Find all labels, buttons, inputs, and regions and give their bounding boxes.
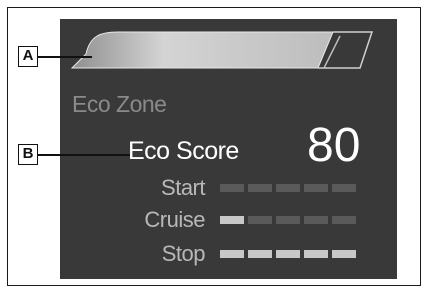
- eco-zone-label: Eco Zone: [72, 91, 167, 117]
- bar-segment: [332, 184, 356, 192]
- eco-gauge-fill: [70, 31, 334, 69]
- eco-score-label: Eco Score: [128, 137, 239, 165]
- bar-segment: [332, 216, 356, 224]
- metric-bar-stop: [220, 250, 356, 258]
- bar-segment: [220, 184, 244, 192]
- bar-segment: [304, 216, 328, 224]
- metric-bar-cruise: [220, 216, 356, 224]
- bar-segment: [248, 250, 272, 258]
- bar-segment: [248, 216, 272, 224]
- metric-label-cruise: Cruise: [144, 207, 205, 232]
- bar-segment: [304, 184, 328, 192]
- eco-indicator-gauge: [70, 31, 374, 69]
- eco-score-value: 80: [307, 119, 361, 172]
- callout-a-leader: [38, 56, 92, 58]
- bar-segment: [276, 184, 300, 192]
- callout-b-leader: [38, 154, 130, 156]
- bar-segment: [220, 250, 244, 258]
- bar-segment: [220, 216, 244, 224]
- metric-bar-start: [220, 184, 356, 192]
- bar-segment: [276, 250, 300, 258]
- metric-label-start: Start: [161, 175, 205, 200]
- bar-segment: [304, 250, 328, 258]
- bar-segment: [332, 250, 356, 258]
- bar-segment: [276, 216, 300, 224]
- bar-segment: [248, 184, 272, 192]
- callout-b: B: [18, 144, 38, 165]
- callout-a: A: [18, 46, 38, 67]
- metric-label-stop: Stop: [161, 241, 206, 266]
